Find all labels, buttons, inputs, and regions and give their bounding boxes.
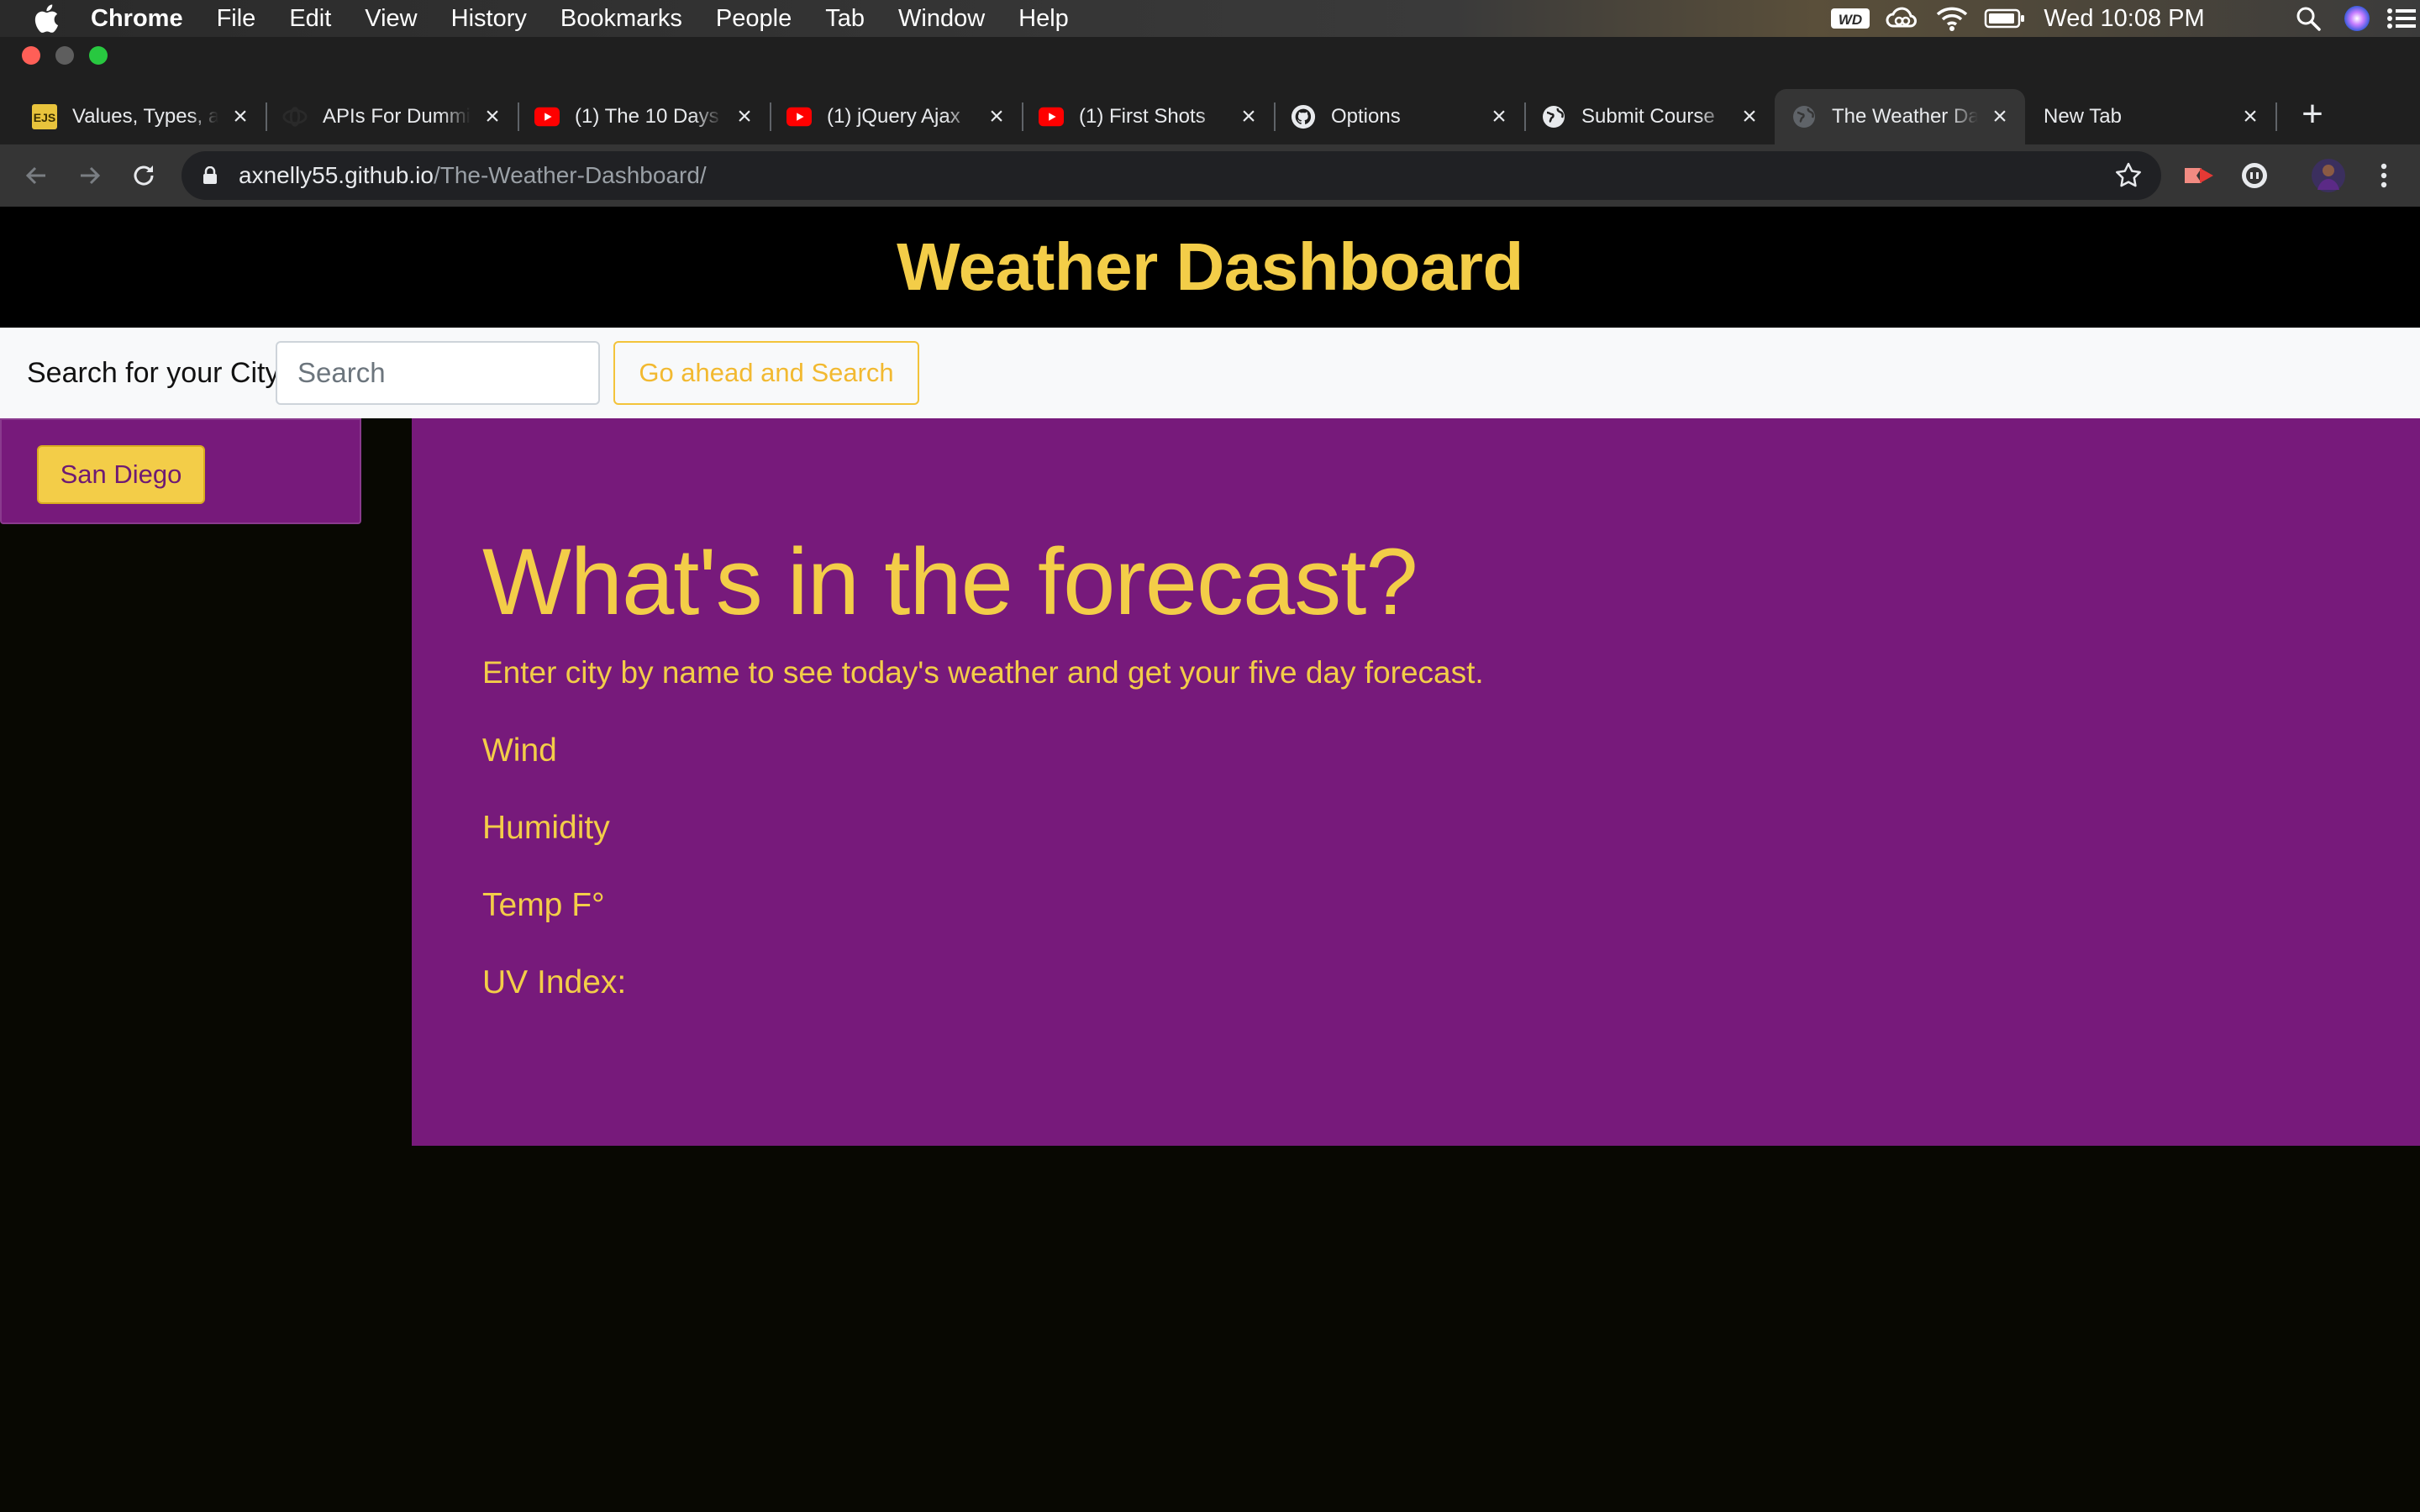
siri-icon[interactable] [2338,0,2376,37]
globe-icon [1541,104,1566,129]
macos-menu-bar: Chrome File Edit View History Bookmarks … [0,0,2420,37]
search-history-panel: San Diego [0,418,361,524]
menu-bookmarks[interactable]: Bookmarks [560,5,682,33]
extension-ghostery-icon[interactable] [2235,156,2274,195]
site-header: Weather Dashboard [0,207,2420,328]
search-label: Search for your City: [27,357,287,389]
menu-file[interactable]: File [217,5,256,33]
tab-new-tab[interactable]: New Tab × [2025,89,2277,144]
wd-label: WD [1839,12,1862,28]
url-path: /The-Weather-Dashboard/ [433,162,707,188]
menu-tab[interactable]: Tab [825,5,865,33]
lock-icon[interactable] [202,166,218,185]
url-host: axnelly55.github.io [239,162,434,188]
menu-clock[interactable]: Wed 10:08 PM [2040,0,2208,37]
tab-title: New Tab [2044,105,2122,128]
forecast-panel: What's in the forecast? Enter city by na… [412,418,2420,1146]
youtube-icon [534,104,560,129]
tab-title: Values, Types, and Operators [72,105,218,128]
tab-submit-course[interactable]: Submit Course × [1524,89,1775,144]
youtube-icon [1039,104,1064,129]
url-text[interactable]: axnelly55.github.io/The-Weather-Dashboar… [239,151,707,200]
temp-label: Temp F° [482,887,605,923]
back-arrow-icon[interactable] [17,156,55,195]
address-bar[interactable]: axnelly55.github.io/The-Weather-Dashboar… [182,151,2161,200]
menu-window[interactable]: Window [898,5,985,33]
notification-center-icon[interactable] [2383,0,2420,37]
close-tab-icon[interactable]: × [229,104,252,129]
ejs-label: EJS [34,111,55,124]
tab-apis-for-dummies[interactable]: APIs For Dummies × [266,89,519,144]
humidity-label: Humidity [482,810,610,846]
history-city-button[interactable]: San Diego [37,445,205,504]
menu-edit[interactable]: Edit [289,5,331,33]
menu-view[interactable]: View [365,5,417,33]
tab-title: Options [1331,105,1401,128]
search-bar: Search for your City: Go ahead and Searc… [0,328,2420,418]
menu-app-chrome[interactable]: Chrome [91,5,183,33]
menu-people[interactable]: People [716,5,792,33]
close-tab-icon[interactable]: × [1487,104,1511,129]
tab-separator [2275,102,2277,131]
wd-drive-icon[interactable]: WD [1828,0,1872,37]
apis-icon [282,104,308,129]
spotlight-search-icon[interactable] [2289,0,2328,37]
city-search-input[interactable] [276,341,600,405]
globe-icon [1791,104,1817,129]
fullscreen-window-button[interactable] [89,46,108,65]
uv-index-label: UV Index: [482,964,627,1000]
status-area: WD Wed 10:08 PM [1815,0,2420,37]
forward-arrow-icon[interactable] [71,156,109,195]
tab-weather-dashboard[interactable]: The Weather Dashboard × [1775,89,2025,144]
search-button[interactable]: Go ahead and Search [613,341,919,405]
close-tab-icon[interactable]: × [1988,104,2012,129]
web-page: Weather Dashboard Search for your City: … [0,207,2420,1512]
close-tab-icon[interactable]: × [733,104,756,129]
window-title-bar [0,37,2420,74]
tab-strip: EJS Values, Types, and Operators × APIs … [0,74,2420,144]
tab-title: (1) The 10 Days [575,105,719,128]
battery-icon[interactable] [1981,0,2028,37]
close-tab-icon[interactable]: × [1237,104,1260,129]
close-window-button[interactable] [22,46,40,65]
more-options-icon[interactable] [2365,156,2403,195]
ejs-icon: EJS [32,104,57,129]
minimize-window-button[interactable] [55,46,74,65]
tab-title: (1) First Shots [1079,105,1206,128]
tab-options[interactable]: Options × [1274,89,1526,144]
menu-history[interactable]: History [451,5,527,33]
tab-the-10-days[interactable]: (1) The 10 Days × [518,89,771,144]
reload-icon[interactable] [124,156,163,195]
close-tab-icon[interactable]: × [985,104,1008,129]
tab-title: (1) jQuery Ajax [827,105,960,128]
close-tab-icon[interactable]: × [481,104,504,129]
close-tab-icon[interactable]: × [1738,104,1761,129]
browser-toolbar: axnelly55.github.io/The-Weather-Dashboar… [0,144,2420,207]
tab-first-shots[interactable]: (1) First Shots × [1022,89,1276,144]
github-icon [1291,104,1316,129]
wind-label: Wind [482,732,557,769]
forecast-heading: What's in the forecast? [482,529,1418,634]
new-tab-plus-icon[interactable]: + [2294,96,2331,134]
tab-title: The Weather Dashboard [1832,105,1978,128]
apple-menu-icon[interactable] [34,3,59,34]
extension-video-icon[interactable] [2180,156,2218,195]
tab-jquery-ajax[interactable]: (1) jQuery Ajax × [770,89,1023,144]
bookmark-star-icon[interactable] [2114,161,2143,190]
tab-title: Submit Course [1581,105,1715,128]
creative-cloud-icon[interactable] [1881,0,1923,37]
tab-title: APIs For Dummies [323,105,471,128]
youtube-icon [786,104,812,129]
menu-help[interactable]: Help [1018,5,1069,33]
wifi-icon[interactable] [1931,0,1973,37]
profile-avatar[interactable] [2309,156,2348,195]
close-tab-icon[interactable]: × [2238,104,2262,129]
app-menu: Chrome File Edit View History Bookmarks … [91,0,1102,37]
tab-values-types[interactable]: EJS Values, Types, and Operators × [15,89,267,144]
forecast-lead: Enter city by name to see today's weathe… [482,655,1484,690]
page-title: Weather Dashboard [897,229,1523,304]
